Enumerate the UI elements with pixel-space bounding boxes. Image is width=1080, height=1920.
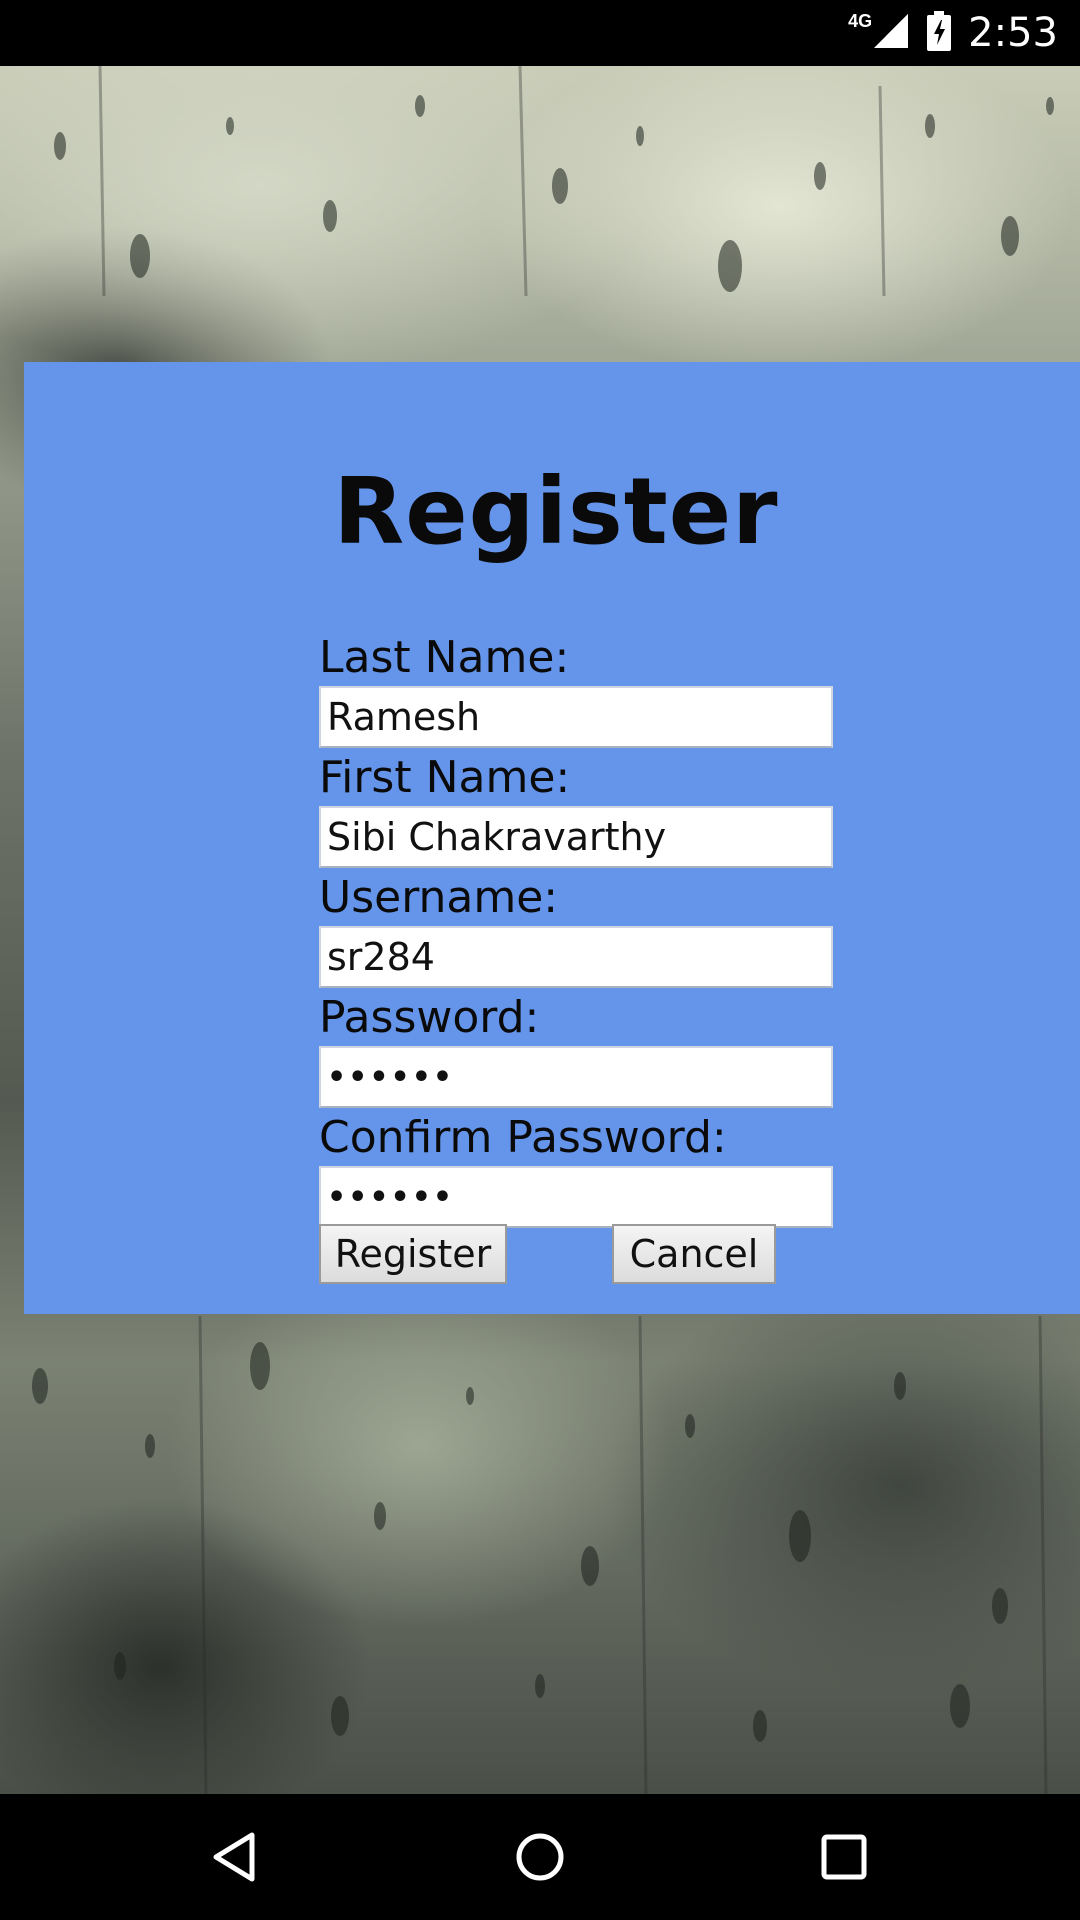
navigation-bar [0,1794,1080,1920]
register-button[interactable]: Register [319,1224,507,1284]
username-label: Username: [319,872,559,923]
status-bar: 4G 2:53 [0,0,1080,66]
clock: 2:53 [968,10,1058,56]
password-label: Password: [319,992,540,1043]
password-field[interactable] [319,1046,833,1108]
network-type: 4G [848,10,873,31]
first-name-label: First Name: [319,752,571,803]
last-name-field[interactable] [319,686,833,748]
confirm-password-label: Confirm Password: [319,1112,727,1163]
last-name-label: Last Name: [319,632,570,683]
username-field[interactable] [319,926,833,988]
battery-charging-icon [926,10,952,56]
recent-apps-icon[interactable] [814,1827,874,1887]
back-icon[interactable] [206,1827,266,1887]
confirm-password-field[interactable] [319,1166,833,1228]
page-title: Register [333,458,779,565]
cell-signal-icon [872,12,910,55]
home-icon[interactable] [510,1827,570,1887]
register-panel: Register Last Name: First Name: Username… [24,362,1080,1314]
register-form: Last Name: First Name: Username: Passwor… [319,632,839,1232]
cancel-button[interactable]: Cancel [612,1224,776,1284]
first-name-field[interactable] [319,806,833,868]
